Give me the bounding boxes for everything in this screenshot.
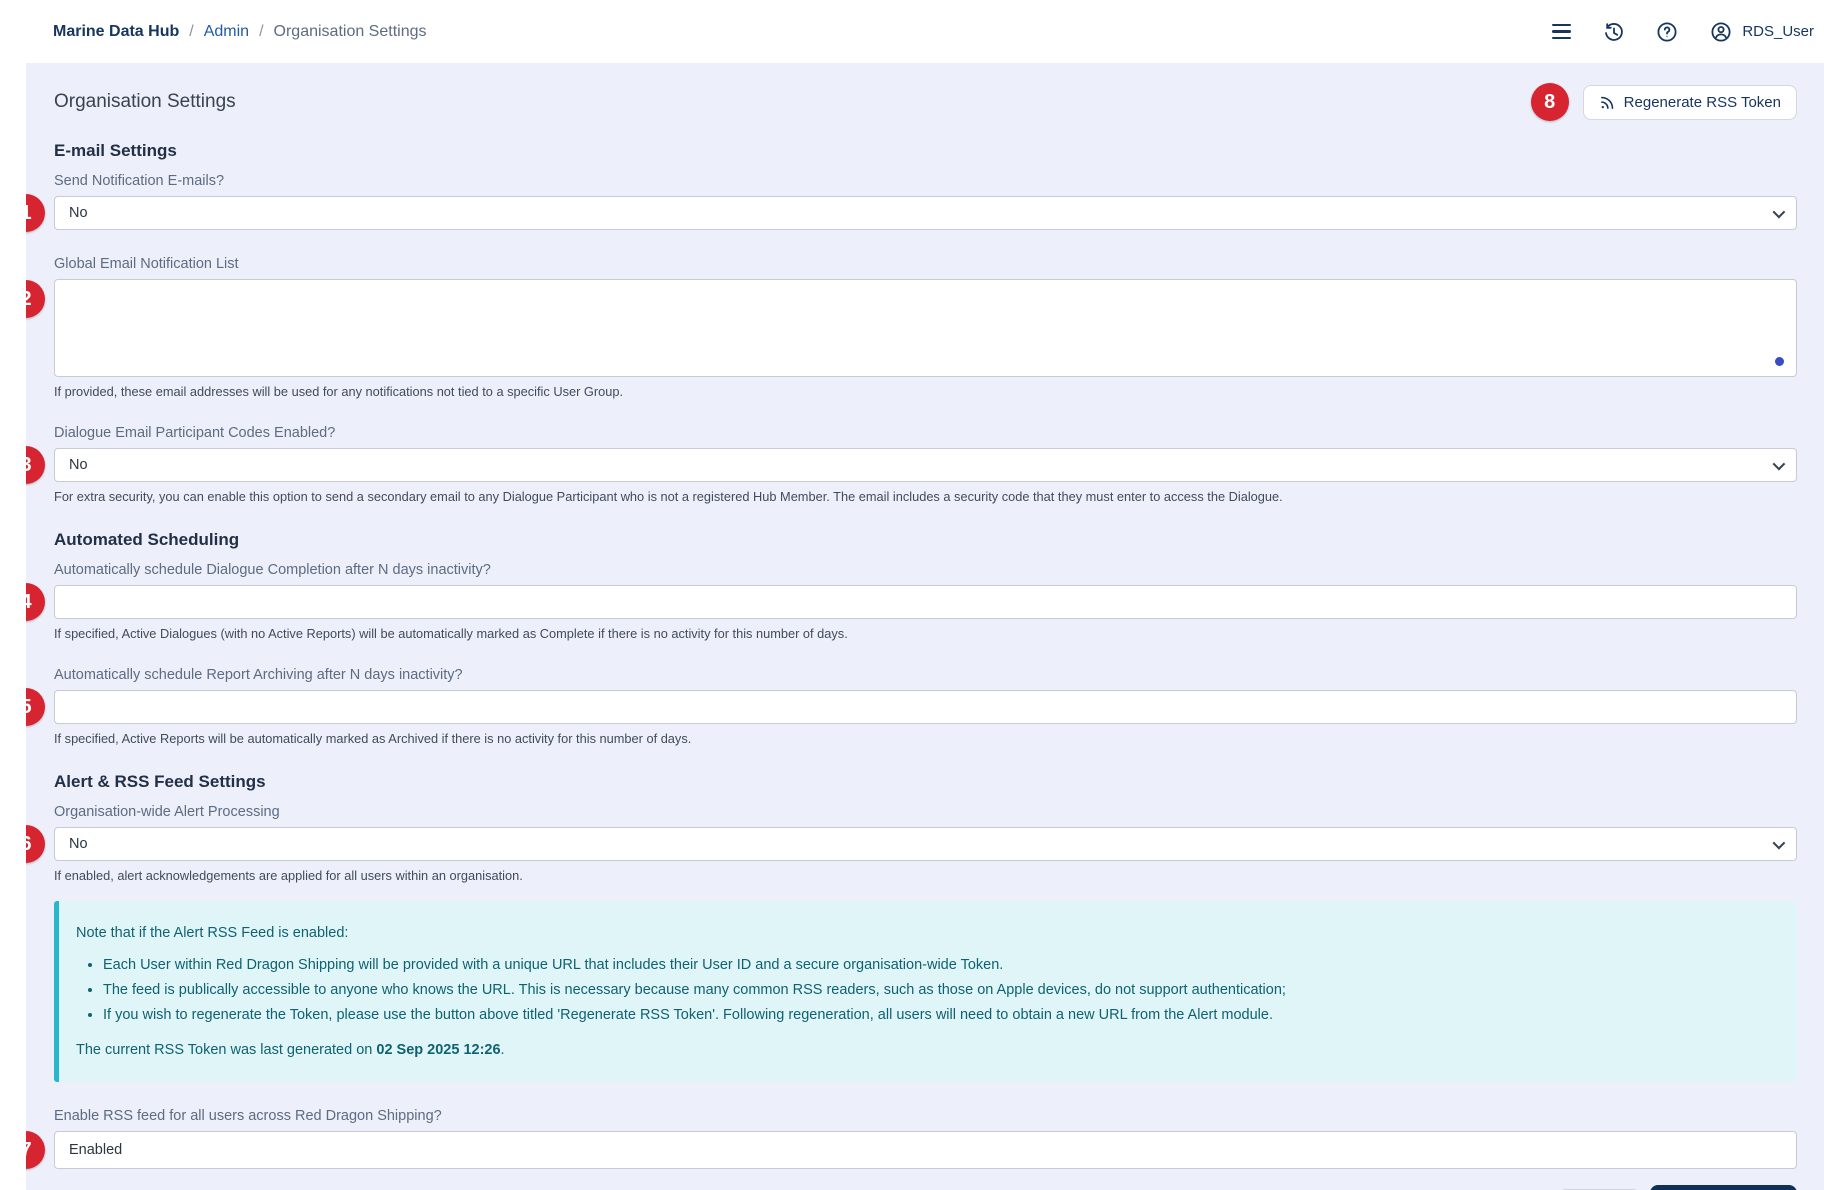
annotation-badge-1: 1 xyxy=(26,194,45,232)
save-settings-button[interactable]: Save Settings xyxy=(1650,1185,1797,1190)
alert-processing-label: Organisation-wide Alert Processing xyxy=(54,804,280,820)
send-notification-emails-value: No xyxy=(69,205,88,221)
global-email-list-label: Global Email Notification List xyxy=(54,256,239,272)
annotation-badge-3: 3 xyxy=(26,446,45,484)
annotation-badge-2: 2 xyxy=(26,280,45,318)
report-archiving-label: Automatically schedule Report Archiving … xyxy=(54,667,463,683)
annotation-badge-7: 7 xyxy=(26,1131,45,1170)
breadcrumb-admin-link[interactable]: Admin xyxy=(204,23,249,41)
chevron-down-icon xyxy=(1772,836,1786,849)
rss-note-item: Each User within Red Dragon Shipping wil… xyxy=(103,955,1773,976)
chevron-down-icon xyxy=(1772,457,1786,470)
send-notification-emails-label: Send Notification E-mails? xyxy=(54,173,225,189)
dialogue-completion-input[interactable] xyxy=(54,585,1797,619)
enable-rss-feed-input[interactable] xyxy=(54,1131,1797,1170)
alert-rss-heading: Alert & RSS Feed Settings xyxy=(54,772,266,791)
global-email-list-textarea[interactable] xyxy=(54,279,1797,377)
report-archiving-help: If specified, Active Reports will be aut… xyxy=(54,731,692,746)
breadcrumb-separator: / xyxy=(259,22,264,40)
rss-token-generated-prefix: The current RSS Token was last generated… xyxy=(76,1042,377,1059)
automated-scheduling-heading: Automated Scheduling xyxy=(54,530,240,549)
textarea-corner-dot xyxy=(1775,357,1784,366)
rss-token-generated-suffix: . xyxy=(500,1042,505,1059)
regenerate-rss-token-button[interactable]: Regenerate RSS Token xyxy=(1582,84,1797,120)
enable-rss-feed-label: Enable RSS feed for all users across Red… xyxy=(54,1108,442,1125)
alert-processing-value: No xyxy=(69,836,88,852)
rss-note-item: If you wish to regenerate the Token, ple… xyxy=(103,1005,1773,1026)
user-menu[interactable]: RDS_User xyxy=(1709,20,1814,44)
breadcrumb-separator: / xyxy=(189,22,194,40)
top-icon-group: RDS_User xyxy=(1552,20,1814,44)
annotation-badge-6: 6 xyxy=(26,825,45,863)
regenerate-rss-token-label: Regenerate RSS Token xyxy=(1623,93,1781,111)
alert-processing-select[interactable]: No xyxy=(54,827,1797,861)
participant-codes-select[interactable]: No xyxy=(54,448,1797,482)
history-icon[interactable] xyxy=(1601,20,1625,44)
dialogue-completion-label: Automatically schedule Dialogue Completi… xyxy=(54,562,491,578)
rss-note-item: The feed is publically accessible to any… xyxy=(103,980,1773,1001)
page-title: Organisation Settings xyxy=(54,91,236,112)
report-archiving-input[interactable] xyxy=(54,690,1797,724)
top-bar: Marine Data Hub / Admin / Organisation S… xyxy=(0,0,1824,63)
rss-note-list: Each User within Red Dragon Shipping wil… xyxy=(103,955,1773,1026)
menu-icon[interactable] xyxy=(1552,23,1572,40)
rss-icon xyxy=(1600,96,1613,109)
breadcrumb: Marine Data Hub / Admin / Organisation S… xyxy=(53,23,427,41)
participant-codes-value: No xyxy=(69,457,88,473)
annotation-badge-5: 5 xyxy=(26,688,45,726)
organisation-settings-panel: Organisation Settings 8 Regenerate RSS T… xyxy=(26,63,1824,1190)
rss-feed-note: Note that if the Alert RSS Feed is enabl… xyxy=(54,901,1797,1083)
participant-codes-help: For extra security, you can enable this … xyxy=(54,489,1283,504)
annotation-badge-4: 4 xyxy=(26,583,45,621)
user-icon xyxy=(1711,21,1731,42)
help-icon[interactable] xyxy=(1655,20,1679,44)
alert-processing-help: If enabled, alert acknowledgements are a… xyxy=(54,868,523,883)
rss-token-generated-date: 02 Sep 2025 12:26 xyxy=(376,1042,501,1059)
email-settings-heading: E-mail Settings xyxy=(54,141,177,160)
dialogue-completion-help: If specified, Active Dialogues (with no … xyxy=(54,626,848,641)
breadcrumb-current-page: Organisation Settings xyxy=(273,22,427,40)
chevron-down-icon xyxy=(1772,205,1786,218)
annotation-badge-8: 8 xyxy=(1530,83,1569,121)
breadcrumb-home-link[interactable]: Marine Data Hub xyxy=(53,23,179,41)
participant-codes-label: Dialogue Email Participant Codes Enabled… xyxy=(54,425,336,441)
send-notification-emails-select[interactable]: No xyxy=(54,196,1797,230)
rss-token-generated-line: The current RSS Token was last generated… xyxy=(76,1042,1773,1058)
global-email-list-help: If provided, these email addresses will … xyxy=(54,384,624,399)
rss-note-intro: Note that if the Alert RSS Feed is enabl… xyxy=(76,925,349,941)
username-label: RDS_User xyxy=(1742,23,1814,40)
